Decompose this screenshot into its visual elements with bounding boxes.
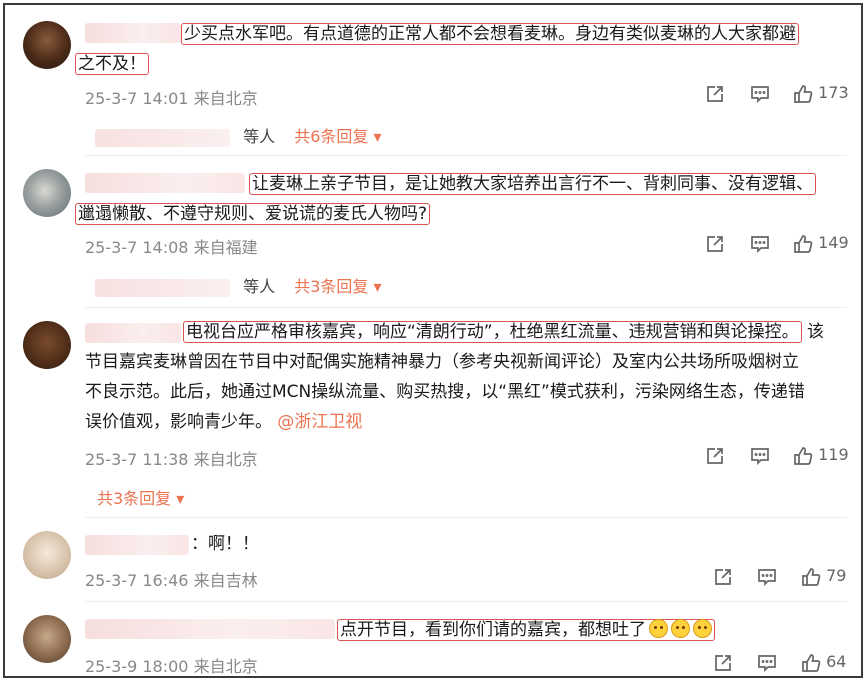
reply-summary: 等人 共3条回复 ▾	[95, 273, 382, 297]
comment-text: ：啊！！	[191, 534, 259, 554]
comment-icon	[750, 84, 770, 104]
share-icon	[713, 567, 733, 587]
comment-text: 少买点水军吧。有点道德的正常人都不会想看麦琳。身边有类似麦琳的人大家都避	[181, 19, 799, 49]
avatar[interactable]	[23, 531, 71, 579]
text-segment: 点开节目，看到你们请的嘉宾，都想吐了	[340, 620, 646, 640]
like-button[interactable]: 173	[793, 83, 849, 104]
comment-button[interactable]	[750, 233, 770, 254]
like-button[interactable]: 79	[801, 566, 846, 587]
comment-button[interactable]	[757, 566, 777, 587]
share-icon	[713, 653, 733, 673]
like-icon	[793, 446, 813, 466]
comment-meta: 25-3-7 11:38 来自北京	[85, 446, 258, 470]
timestamp: 25-3-7 16:46	[85, 571, 189, 590]
location: 来自北京	[193, 89, 258, 108]
share-button[interactable]	[713, 652, 733, 673]
avatar[interactable]	[23, 21, 71, 69]
location: 来自福建	[193, 238, 258, 257]
share-icon	[705, 84, 725, 104]
username-blurred[interactable]	[85, 619, 335, 639]
dog-emoji-icon	[671, 619, 690, 638]
text-segment: 误价值观，影响青少年。	[85, 412, 272, 432]
dog-emoji-icon	[649, 619, 668, 638]
reply-users-suffix: 等人	[243, 277, 276, 296]
comment-meta: 25-3-7 14:08 来自福建	[85, 234, 258, 258]
divider	[85, 517, 847, 518]
highlighted-text: 电视台应严格审核嘉宾，响应“清朗行动”，杜绝黑红流量、违规营销和舆论操控。	[183, 321, 802, 343]
comment-text: 让麦琳上亲子节目，是让她教大家培养出言行不一、背刺同事、没有逻辑、	[249, 169, 816, 199]
comment-button[interactable]	[750, 83, 770, 104]
timestamp: 25-3-7 14:08	[85, 238, 189, 257]
like-count: 149	[818, 233, 849, 252]
avatar[interactable]	[23, 321, 71, 369]
divider	[85, 155, 847, 156]
location: 来自北京	[193, 657, 258, 676]
highlighted-text: 邋遢懒散、不遵守规则、爱说谎的麦氏人物吗?	[75, 203, 431, 225]
comment-button[interactable]	[750, 445, 770, 466]
comment-icon	[757, 653, 777, 673]
username-blurred[interactable]	[85, 173, 245, 193]
expand-replies-link[interactable]: 共3条回复 ▾	[97, 489, 184, 508]
highlighted-text: 让麦琳上亲子节目，是让她教大家培养出言行不一、背刺同事、没有逻辑、	[249, 173, 816, 195]
share-button[interactable]	[705, 233, 725, 254]
share-icon	[705, 234, 725, 254]
reply-summary: 共3条回复 ▾	[97, 485, 184, 509]
like-icon	[793, 234, 813, 254]
comment-text: 点开节目，看到你们请的嘉宾，都想吐了	[337, 615, 715, 645]
comment-meta: 25-3-9 18:00 来自北京	[85, 653, 258, 676]
username-blurred[interactable]	[85, 23, 181, 43]
timestamp: 25-3-7 11:38	[85, 450, 189, 469]
text-tail: 该	[807, 322, 825, 342]
location: 来自吉林	[193, 571, 258, 590]
avatar[interactable]	[23, 615, 71, 663]
comment-icon	[750, 234, 770, 254]
expand-replies-link[interactable]: 共3条回复 ▾	[294, 277, 381, 296]
comment-text-line2: 节目嘉宾麦琳曾因在节目中对配偶实施精神暴力（参考央视新闻评论）及室内公共场所吸烟…	[85, 352, 799, 372]
comment-text: 电视台应严格审核嘉宾，响应“清朗行动”，杜绝黑红流量、违规营销和舆论操控。 该	[183, 317, 824, 347]
share-button[interactable]	[713, 566, 733, 587]
comment-text-line3: 不良示范。此后，她通过MCN操纵流量、购买热搜，以“黑红”模式获利，污染网络生态…	[85, 382, 805, 402]
comment-text-line2: 之不及！	[75, 49, 149, 79]
like-icon	[793, 84, 813, 104]
comment-button[interactable]	[757, 652, 777, 673]
username-blurred[interactable]	[85, 535, 189, 555]
highlighted-text: 点开节目，看到你们请的嘉宾，都想吐了	[337, 619, 715, 641]
reply-summary: 等人 共6条回复 ▾	[95, 123, 382, 147]
share-button[interactable]	[705, 445, 725, 466]
mention-link[interactable]: @浙江卫视	[277, 412, 362, 432]
dog-emoji-icon	[693, 619, 712, 638]
comment-icon	[757, 567, 777, 587]
share-button[interactable]	[705, 83, 725, 104]
like-button[interactable]: 119	[793, 445, 849, 466]
like-count: 119	[818, 445, 849, 464]
comment-text-line4: 误价值观，影响青少年。 @浙江卫视	[85, 407, 362, 437]
divider	[85, 601, 847, 602]
reply-users-suffix: 等人	[243, 127, 276, 146]
reply-users-blurred	[95, 278, 230, 297]
comment-meta: 25-3-7 14:01 来自北京	[85, 85, 258, 109]
share-icon	[705, 446, 725, 466]
comment-meta: 25-3-7 16:46 来自吉林	[85, 567, 258, 591]
comment-text-line2: 邋遢懒散、不遵守规则、爱说谎的麦氏人物吗?	[75, 199, 431, 229]
like-count: 79	[826, 566, 847, 585]
comment-icon	[750, 446, 770, 466]
reply-users-blurred	[95, 128, 230, 147]
like-button[interactable]: 149	[793, 233, 849, 254]
divider	[85, 307, 847, 308]
highlighted-text: 之不及！	[75, 53, 149, 75]
avatar[interactable]	[23, 169, 71, 217]
highlighted-text: 少买点水军吧。有点道德的正常人都不会想看麦琳。身边有类似麦琳的人大家都避	[181, 23, 799, 45]
username-blurred[interactable]	[85, 323, 181, 343]
like-button[interactable]: 64	[801, 652, 846, 673]
timestamp: 25-3-7 14:01	[85, 89, 189, 108]
comment-list: 少买点水军吧。有点道德的正常人都不会想看麦琳。身边有类似麦琳的人大家都避 之不及…	[3, 3, 863, 678]
timestamp: 25-3-9 18:00	[85, 657, 189, 676]
location: 来自北京	[193, 450, 258, 469]
like-count: 173	[818, 83, 849, 102]
like-icon	[801, 653, 821, 673]
like-count: 64	[826, 652, 847, 671]
like-icon	[801, 567, 821, 587]
expand-replies-link[interactable]: 共6条回复 ▾	[294, 127, 381, 146]
